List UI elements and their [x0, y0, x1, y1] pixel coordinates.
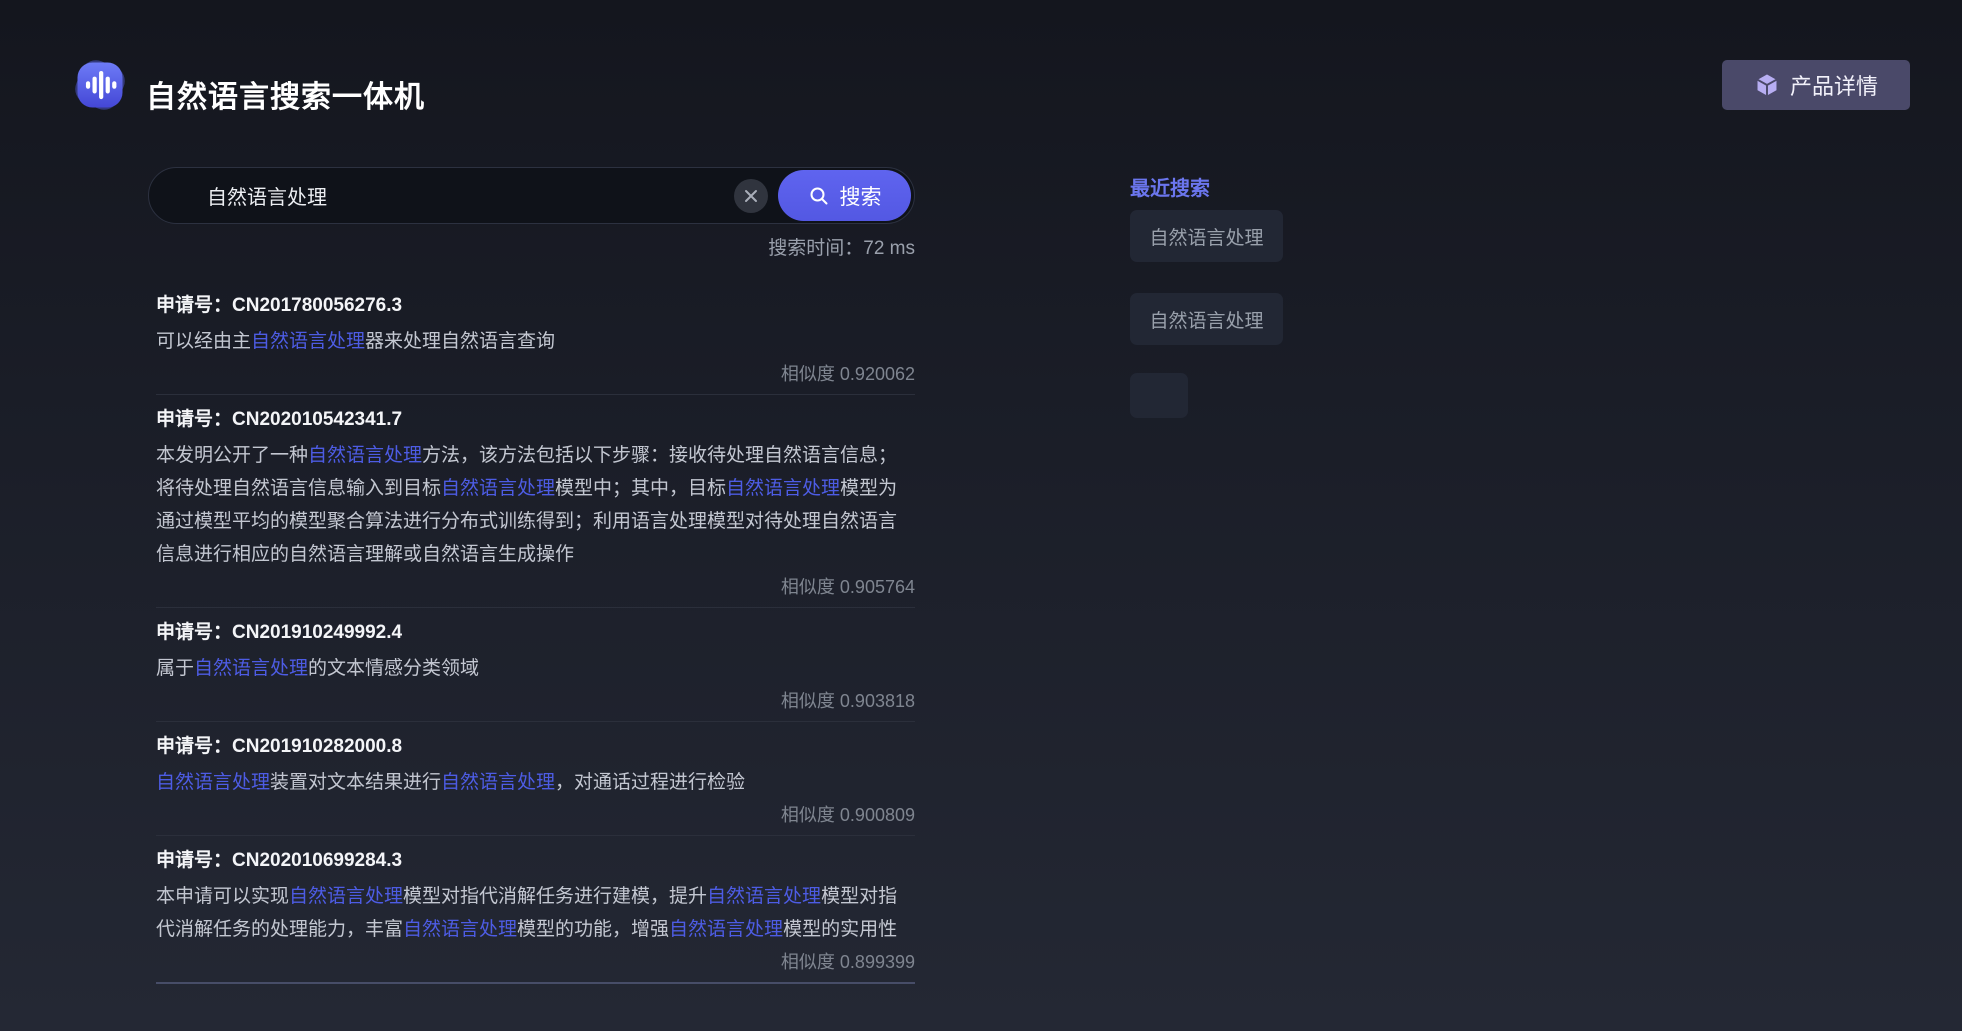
main-column: 搜索 搜索时间：72 ms 申请号：CN201780056276.3 可以经由主…	[148, 167, 915, 984]
search-input[interactable]	[149, 168, 734, 223]
result-item: 申请号：CN201910249992.4 属于自然语言处理的文本情感分类领域 相…	[156, 608, 915, 722]
recent-search-panel: 最近搜索 自然语言处理自然语言处理	[1130, 172, 1330, 418]
body-text: 的文本情感分类领域	[308, 658, 479, 679]
keyword-highlight: 自然语言处理	[707, 886, 821, 907]
body-text: 本申请可以实现	[156, 886, 289, 907]
voice-wave-icon	[70, 55, 130, 115]
result-id: 申请号：CN202010699284.3	[156, 848, 915, 874]
keyword-highlight: 自然语言处理	[669, 919, 783, 940]
cube-icon	[1754, 72, 1780, 98]
result-id: 申请号：CN201910282000.8	[156, 734, 915, 760]
body-text: 装置对文本结果进行	[270, 772, 441, 793]
recent-search-chip[interactable]: 自然语言处理	[1130, 293, 1283, 345]
result-body: 可以经由主自然语言处理器来处理自然语言查询	[156, 325, 915, 358]
close-icon	[743, 188, 759, 204]
result-body: 本发明公开了一种自然语言处理方法，该方法包括以下步骤：接收待处理自然语言信息；将…	[156, 439, 915, 571]
keyword-highlight: 自然语言处理	[251, 331, 365, 352]
header: 自然语言搜索一体机 产品详情	[0, 0, 1962, 130]
result-similarity: 相似度 0.899399	[156, 950, 915, 974]
keyword-highlight: 自然语言处理	[156, 772, 270, 793]
body-text: 可以经由主	[156, 331, 251, 352]
search-button-label: 搜索	[840, 181, 882, 211]
result-item: 申请号：CN202010542341.7 本发明公开了一种自然语言处理方法，该方…	[156, 395, 915, 608]
keyword-highlight: 自然语言处理	[194, 658, 308, 679]
body-text: 器来处理自然语言查询	[365, 331, 555, 352]
body-text: 模型的功能，增强	[517, 919, 669, 940]
result-id: 申请号：CN201910249992.4	[156, 620, 915, 646]
result-item: 申请号：CN201910282000.8 自然语言处理装置对文本结果进行自然语言…	[156, 722, 915, 836]
recent-search-chip[interactable]: 自然语言处理	[1130, 210, 1283, 262]
body-text: 本发明公开了一种	[156, 445, 308, 466]
keyword-highlight: 自然语言处理	[308, 445, 422, 466]
recent-search-title: 最近搜索	[1130, 172, 1330, 198]
page-title: 自然语言搜索一体机	[146, 72, 425, 116]
body-text: ，对通话过程进行检验	[555, 772, 745, 793]
app-root: { "app": { "title": "自然语言搜索一体机", "produc…	[0, 0, 1962, 1031]
product-details-label: 产品详情	[1790, 69, 1878, 101]
recent-search-chip[interactable]	[1130, 373, 1188, 418]
magnifier-icon	[808, 185, 830, 207]
keyword-highlight: 自然语言处理	[726, 478, 840, 499]
result-similarity: 相似度 0.903818	[156, 689, 915, 713]
body-text: 模型的实用性	[783, 919, 897, 940]
result-body: 本申请可以实现自然语言处理模型对指代消解任务进行建模，提升自然语言处理模型对指代…	[156, 880, 915, 946]
search-time: 搜索时间：72 ms	[148, 233, 915, 257]
search-bar: 搜索	[148, 167, 915, 224]
result-id: 申请号：CN201780056276.3	[156, 293, 915, 319]
body-text: 模型中；其中，目标	[555, 478, 726, 499]
result-item: 申请号：CN201780056276.3 可以经由主自然语言处理器来处理自然语言…	[156, 281, 915, 395]
clear-search-button[interactable]	[734, 179, 768, 213]
result-item: 申请号：CN202010699284.3 本申请可以实现自然语言处理模型对指代消…	[156, 836, 915, 984]
result-body: 自然语言处理装置对文本结果进行自然语言处理，对通话过程进行检验	[156, 766, 915, 799]
product-details-button[interactable]: 产品详情	[1722, 60, 1910, 110]
result-body: 属于自然语言处理的文本情感分类领域	[156, 652, 915, 685]
keyword-highlight: 自然语言处理	[441, 772, 555, 793]
keyword-highlight: 自然语言处理	[403, 919, 517, 940]
keyword-highlight: 自然语言处理	[289, 886, 403, 907]
body-text: 模型对指代消解任务进行建模，提升	[403, 886, 707, 907]
result-similarity: 相似度 0.900809	[156, 803, 915, 827]
body-text: 属于	[156, 658, 194, 679]
result-similarity: 相似度 0.920062	[156, 362, 915, 386]
keyword-highlight: 自然语言处理	[441, 478, 555, 499]
app-logo	[70, 55, 130, 115]
result-similarity: 相似度 0.905764	[156, 575, 915, 599]
search-button[interactable]: 搜索	[778, 170, 911, 221]
results-list: 申请号：CN201780056276.3 可以经由主自然语言处理器来处理自然语言…	[156, 281, 915, 984]
recent-search-list: 自然语言处理自然语言处理	[1130, 210, 1330, 418]
result-id: 申请号：CN202010542341.7	[156, 407, 915, 433]
